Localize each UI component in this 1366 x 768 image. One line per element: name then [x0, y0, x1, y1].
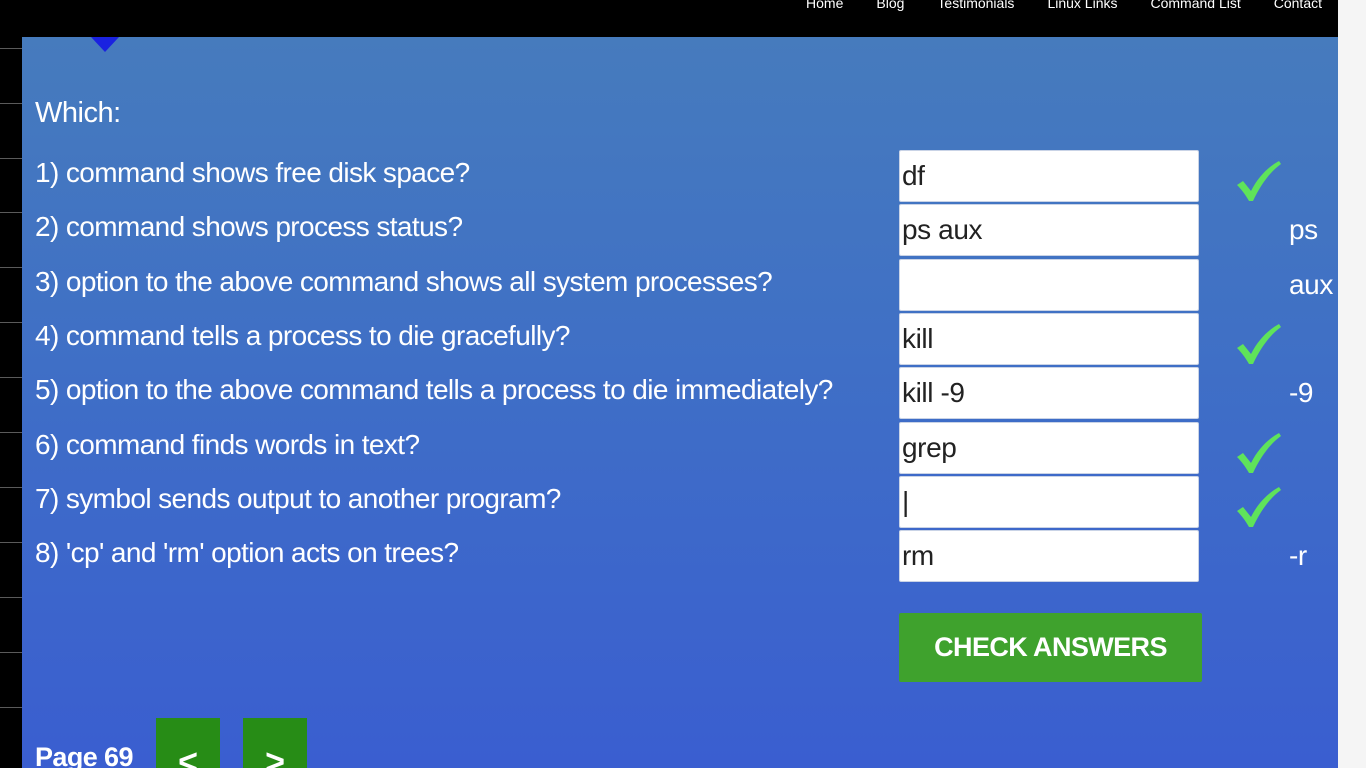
correct-answer: aux [1289, 269, 1333, 300]
nav-link-linux-links[interactable]: Linux Links [1047, 0, 1117, 13]
answer-input[interactable] [899, 422, 1199, 474]
question-row: 4) command tells a process to die gracef… [22, 313, 1338, 367]
question-text: 1) command shows free disk space? [35, 157, 470, 188]
scrollbar-track[interactable] [1338, 0, 1366, 768]
question-text: 7) symbol sends output to another progra… [35, 483, 561, 514]
quiz-heading: Which: [35, 97, 121, 129]
quiz-panel: Which: 1) command shows free disk space?… [22, 37, 1338, 768]
question-text: 3) option to the above command shows all… [35, 266, 773, 297]
question-row: 8) 'cp' and 'rm' option acts on trees? -r [22, 530, 1338, 584]
question-text: 8) 'cp' and 'rm' option acts on trees? [35, 537, 459, 568]
previous-page-button[interactable]: < [156, 718, 220, 768]
next-page-button[interactable]: > [243, 718, 307, 768]
answer-input[interactable] [899, 204, 1199, 256]
nav-link-contact[interactable]: Contact [1274, 0, 1322, 13]
answer-input[interactable] [899, 530, 1199, 582]
nav-link-command-list[interactable]: Command List [1150, 0, 1240, 13]
answer-input[interactable] [899, 313, 1199, 365]
check-mark-icon [1237, 324, 1281, 364]
check-mark-icon [1237, 487, 1281, 527]
question-row: 2) command shows process status? ps [22, 204, 1338, 258]
page-number: Page 69 [35, 742, 133, 768]
answer-input[interactable] [899, 476, 1199, 528]
correct-answer: -9 [1289, 377, 1314, 408]
answer-input[interactable] [899, 150, 1199, 202]
check-answers-button[interactable]: CHECK ANSWERS [899, 613, 1202, 682]
scrollbar-thumb[interactable] [1347, 4, 1357, 704]
correct-answer: -r [1289, 540, 1307, 571]
question-text: 6) command finds words in text? [35, 429, 420, 460]
question-row: 7) symbol sends output to another progra… [22, 476, 1338, 530]
question-text: 4) command tells a process to die gracef… [35, 320, 570, 351]
check-mark-icon [1237, 433, 1281, 473]
nav-link-testimonials[interactable]: Testimonials [937, 0, 1014, 13]
question-row: 1) command shows free disk space? [22, 150, 1338, 204]
correct-answer: ps [1289, 214, 1318, 245]
nav-link-blog[interactable]: Blog [876, 0, 904, 13]
check-mark-icon [1237, 161, 1281, 201]
question-text: 2) command shows process status? [35, 211, 463, 242]
nav-links: Home Blog Testimonials Linux Links Comma… [806, 0, 1322, 13]
left-edge-strip [0, 0, 22, 768]
answer-input[interactable] [899, 259, 1199, 311]
quiz-page: Home Blog Testimonials Linux Links Comma… [0, 0, 1366, 768]
nav-link-home[interactable]: Home [806, 0, 843, 13]
question-text: 5) option to the above command tells a p… [35, 374, 833, 405]
top-navigation: Home Blog Testimonials Linux Links Comma… [0, 0, 1338, 37]
answer-input[interactable] [899, 367, 1199, 419]
question-row: 3) option to the above command shows all… [22, 259, 1338, 313]
question-row: 5) option to the above command tells a p… [22, 367, 1338, 421]
caret-down-icon [91, 37, 119, 52]
question-row: 6) command finds words in text? [22, 422, 1338, 476]
